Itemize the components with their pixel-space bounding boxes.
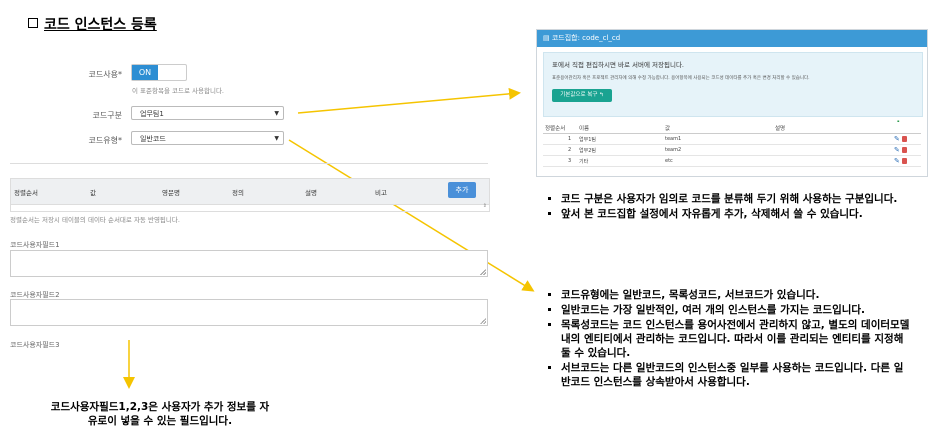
code-kind-label: 코드유형* xyxy=(88,136,122,145)
caption-line-1: 코드사용자필드1,2,3은 사용자가 추가 정보를 자 xyxy=(50,401,270,413)
type-explanation: 코드 구분은 사용자가 임의로 코드를 분류해 두기 위해 사용하는 구분입니다… xyxy=(548,192,908,222)
dropdown-arrow-icon: ▼ xyxy=(274,110,279,117)
row-value: etc xyxy=(665,158,673,164)
row-name: 업무1팀 xyxy=(579,137,596,143)
restore-default-button[interactable]: 기본값으로 복구 ↰ xyxy=(552,89,612,102)
bullet-item: 앞서 본 코드집합 설정에서 자유롭게 추가, 삭제해서 쓸 수 있습니다. xyxy=(561,207,908,221)
code-type-value: 업무팀1 xyxy=(140,110,164,118)
checkbox-square-icon xyxy=(28,18,38,28)
trash-icon[interactable] xyxy=(902,136,907,142)
kind-explanation: 코드유형에는 일반코드, 목록성코드, 서브코드가 있습니다. 일반코드는 가장… xyxy=(548,288,912,390)
resize-handle-icon[interactable] xyxy=(480,318,486,324)
user-field-3-label: 코드사용자필드3 xyxy=(10,341,60,349)
code-kind-select[interactable]: 일반코드 ▼ xyxy=(131,131,284,145)
row-name: 업무2팀 xyxy=(579,148,596,154)
col-order: 정렬순서 xyxy=(14,189,38,197)
page-title: 코드 인스턴스 등록 xyxy=(28,14,157,34)
table-row[interactable]: 2 업무2팀 team2 ✎ xyxy=(543,145,921,156)
row-order: 3 xyxy=(568,158,572,164)
bullet-item: 목록성코드는 코드 인스턴스를 용어사전에서 관리하지 않고, 별도의 데이터모… xyxy=(561,318,912,360)
panel-col-name: 이름 xyxy=(579,126,590,132)
edit-pencil-icon[interactable]: ✎ xyxy=(894,147,900,154)
user-field-caption: 코드사용자필드1,2,3은 사용자가 추가 정보를 자 유로이 넣을 수 있는 … xyxy=(10,400,310,428)
trash-icon[interactable] xyxy=(902,158,907,164)
col-remarks: 비고 xyxy=(375,189,387,197)
row-name: 기타 xyxy=(579,159,589,165)
panel-col-value: 값 xyxy=(665,126,671,132)
page-title-text: 코드 인스턴스 등록 xyxy=(44,17,157,33)
row-value: team1 xyxy=(665,136,682,142)
info-box: 표에서 직접 편집하시면 바로 서버에 저장됩니다. 표준용어관리자 혹은 프로… xyxy=(543,52,923,117)
table-row[interactable]: 1 업무1팀 team1 ✎ xyxy=(543,134,921,145)
order-note: 정렬순서는 저장시 테이블의 데이타 순서대로 자동 반영됩니다. xyxy=(10,216,180,224)
row-order: 1 xyxy=(568,136,572,142)
bullet-item: 코드유형에는 일반코드, 목록성코드, 서브코드가 있습니다. xyxy=(561,288,912,302)
code-set-panel: ▤ 코드집합: code_cl_cd 표에서 직접 편집하시면 바로 서버에 저… xyxy=(536,29,928,177)
trash-icon[interactable] xyxy=(902,147,907,153)
edit-pencil-icon[interactable]: ✎ xyxy=(894,158,900,165)
panel-col-order: 정렬순서 xyxy=(545,126,566,132)
user-field-2-input[interactable] xyxy=(10,299,488,326)
col-definition: 정의 xyxy=(232,189,244,197)
table-row[interactable]: 3 기타 etc ✎ xyxy=(543,156,921,167)
row-order: 2 xyxy=(568,147,572,153)
instance-table-header xyxy=(10,178,490,205)
resize-handle-icon[interactable] xyxy=(480,269,486,275)
code-type-select[interactable]: 업무팀1 ▼ xyxy=(131,106,284,120)
add-button[interactable]: 추가 xyxy=(448,182,476,198)
code-type-label: 코드구분 xyxy=(92,111,122,120)
edit-pencil-icon[interactable]: ✎ xyxy=(894,136,900,143)
user-field-1-input[interactable] xyxy=(10,250,488,277)
arrow-to-panel xyxy=(297,87,521,114)
scroll-arrows-icon[interactable]: ⇕ xyxy=(483,203,487,209)
col-value: 값 xyxy=(90,189,96,197)
col-description: 설명 xyxy=(305,189,317,197)
user-field-1-label: 코드사용자필드1 xyxy=(10,241,60,249)
dropdown-arrow-icon: ▼ xyxy=(274,135,279,142)
code-use-hint: 이 표준항목을 코드로 사용합니다. xyxy=(132,87,224,95)
bullet-item: 코드 구분은 사용자가 임의로 코드를 분류해 두기 위해 사용하는 구분입니다… xyxy=(561,192,908,206)
info-title: 표에서 직접 편집하시면 바로 서버에 저장됩니다. xyxy=(552,61,684,69)
caption-line-2: 유로이 넣을 수 있는 필드입니다. xyxy=(87,415,233,427)
code-use-toggle[interactable]: ON xyxy=(131,64,187,81)
divider xyxy=(10,163,488,164)
code-kind-value: 일반코드 xyxy=(140,135,166,143)
code-use-label: 코드사용* xyxy=(88,70,122,79)
col-english-name: 영문명 xyxy=(162,189,180,197)
panel-table: 정렬순서 이름 값 설명 1 업무1팀 team1 ✎ 2 업무2팀 team2… xyxy=(543,122,921,167)
table-body: ⇕ xyxy=(10,203,490,212)
panel-header: ▤ 코드집합: code_cl_cd xyxy=(537,30,927,47)
row-value: team2 xyxy=(665,147,682,153)
bullet-item: 서브코드는 다른 일반코드의 인스턴스중 일부를 사용하는 코드입니다. 다른 … xyxy=(561,361,912,389)
panel-header-text: 코드집합: code_cl_cd xyxy=(551,34,621,42)
panel-col-description: 설명 xyxy=(775,126,786,132)
list-icon: ▤ xyxy=(543,34,552,42)
panel-table-header: 정렬순서 이름 값 설명 xyxy=(543,122,921,134)
info-text: 표준용어관리자 혹은 프로젝트 관리자에 의해 수정 가능합니다. 용어항목에 … xyxy=(552,76,810,81)
bullet-item: 일반코드는 가장 일반적인, 여러 개의 인스턴스를 가지는 코드입니다. xyxy=(561,303,912,317)
toggle-on: ON xyxy=(132,65,158,80)
